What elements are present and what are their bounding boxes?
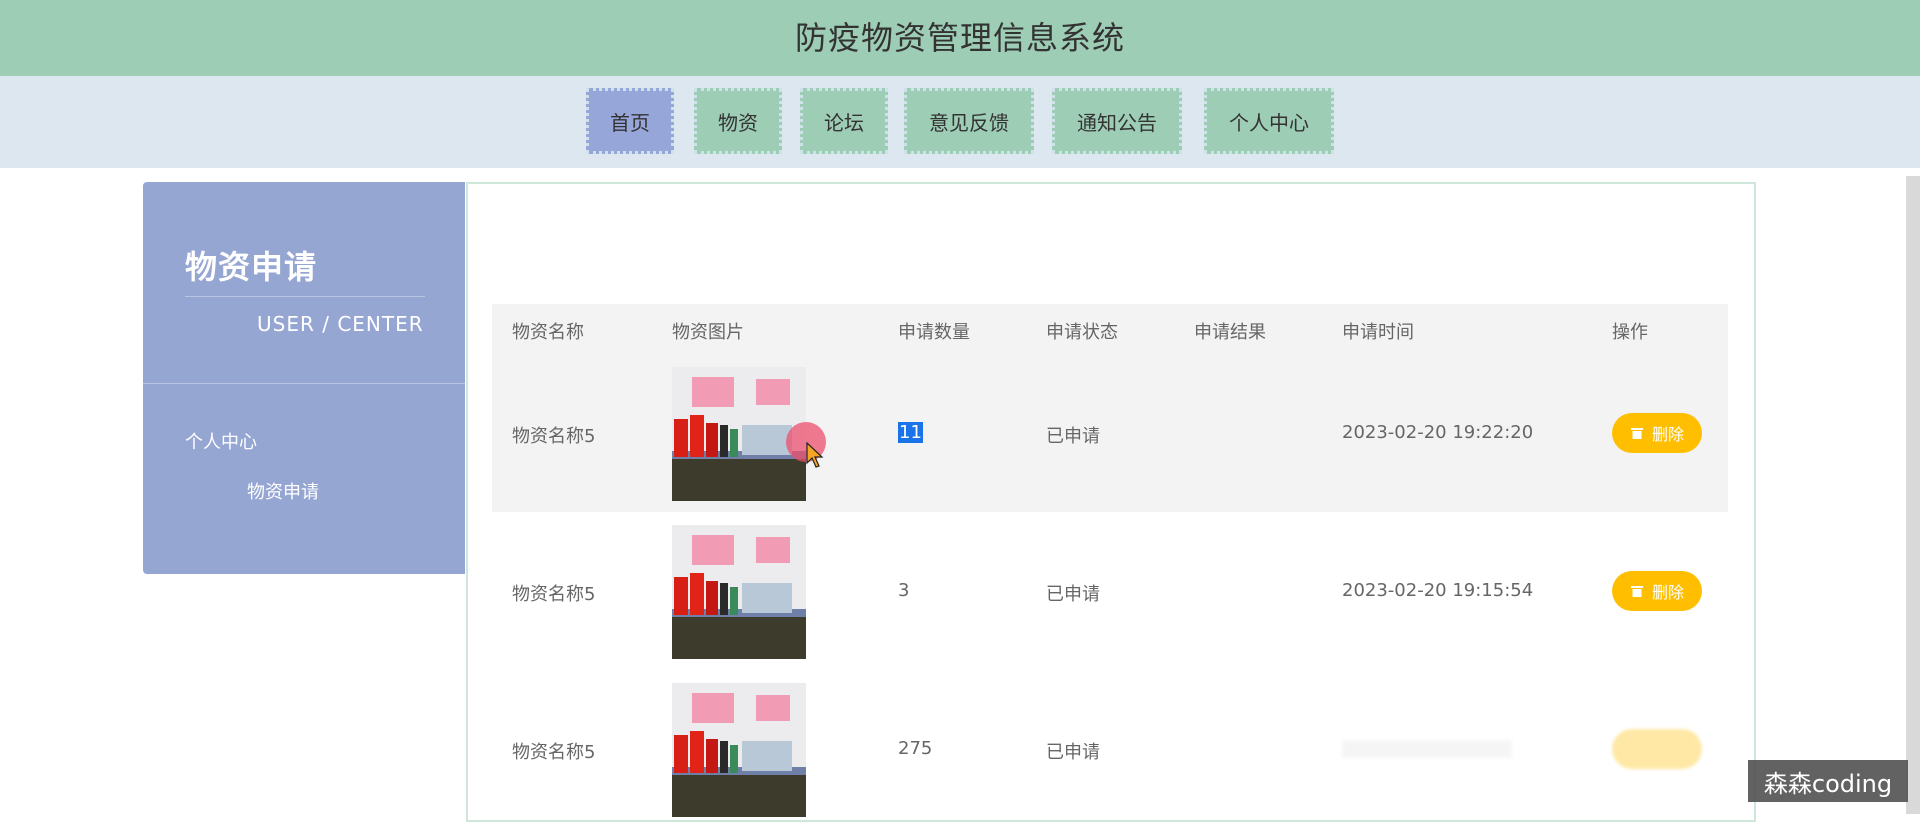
request-quantity: 11 xyxy=(898,422,923,443)
app-header: 防疫物资管理信息系统 xyxy=(0,0,1920,76)
nav-notices[interactable]: 通知公告 xyxy=(1052,88,1182,154)
material-name: 物资名称5 xyxy=(512,584,596,605)
sidebar-title: 物资申请 xyxy=(185,248,318,286)
material-name: 物资名称5 xyxy=(512,426,596,447)
request-time-blurred xyxy=(1342,740,1512,758)
table-row[interactable]: 物资名称5 275 已申请 xyxy=(492,672,1728,828)
material-image xyxy=(672,367,806,501)
sidebar: 物资申请 USER / CENTER 个人中心 物资申请 xyxy=(143,182,465,574)
trash-icon xyxy=(1630,586,1643,597)
sidebar-item-personal-center[interactable]: 个人中心 xyxy=(185,428,257,454)
delete-label: 删除 xyxy=(1651,583,1684,602)
material-image xyxy=(672,683,806,817)
material-name: 物资名称5 xyxy=(512,742,596,763)
delete-label: 删除 xyxy=(1651,425,1684,444)
page-scrollbar[interactable] xyxy=(1906,176,1920,814)
column-header: 操作 xyxy=(1612,322,1648,343)
watermark: 森森coding xyxy=(1748,760,1908,802)
column-header: 申请结果 xyxy=(1194,322,1266,343)
sidebar-item-material-application[interactable]: 物资申请 xyxy=(247,478,319,504)
column-header: 申请数量 xyxy=(898,322,970,343)
request-quantity: 275 xyxy=(898,738,933,759)
column-header: 申请时间 xyxy=(1342,322,1414,343)
table-header: 物资名称 物资图片 申请数量 申请状态 申请结果 申请时间 操作 xyxy=(492,304,1728,356)
column-header: 物资名称 xyxy=(512,322,584,343)
app-title: 防疫物资管理信息系统 xyxy=(794,19,1125,57)
request-time: 2023-02-20 19:22:20 xyxy=(1342,422,1534,443)
nav-personal-center[interactable]: 个人中心 xyxy=(1204,88,1334,154)
table-row[interactable]: 物资名称5 11 已申请 2023-02-20 19:22:20 删除 xyxy=(492,356,1728,512)
nav-materials[interactable]: 物资 xyxy=(694,88,782,154)
request-time: 2023-02-20 19:15:54 xyxy=(1342,580,1534,601)
request-status: 已申请 xyxy=(1046,584,1100,605)
sidebar-divider xyxy=(143,383,465,384)
sidebar-divider xyxy=(185,296,425,297)
sidebar-subtitle: USER / CENTER xyxy=(257,312,424,336)
column-header: 申请状态 xyxy=(1046,322,1118,343)
nav-home[interactable]: 首页 xyxy=(586,88,674,154)
request-quantity: 3 xyxy=(898,580,910,601)
delete-button[interactable]: 删除 xyxy=(1612,571,1702,611)
request-status: 已申请 xyxy=(1046,742,1100,763)
mouse-cursor-icon xyxy=(806,442,824,468)
nav-forum[interactable]: 论坛 xyxy=(800,88,888,154)
nav-feedback[interactable]: 意见反馈 xyxy=(904,88,1034,154)
delete-button[interactable]: 删除 xyxy=(1612,413,1702,453)
request-status: 已申请 xyxy=(1046,426,1100,447)
table-row[interactable]: 物资名称5 3 已申请 2023-02-20 19:15:54 删除 xyxy=(492,514,1728,670)
material-image xyxy=(672,525,806,659)
column-header: 物资图片 xyxy=(672,322,744,343)
delete-button[interactable] xyxy=(1612,729,1702,769)
top-nav: 首页 物资 论坛 意见反馈 通知公告 个人中心 xyxy=(0,76,1920,168)
trash-icon xyxy=(1630,428,1643,439)
